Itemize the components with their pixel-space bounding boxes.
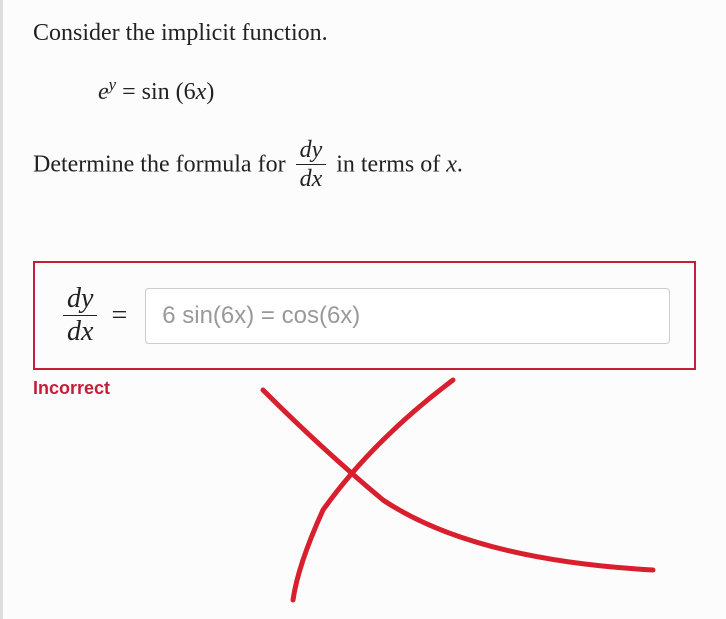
equation-equals: = bbox=[116, 79, 142, 105]
prompt2-part-b: in terms of bbox=[336, 152, 446, 178]
equation-rhs-func: sin (6 bbox=[142, 79, 196, 105]
answer-input[interactable] bbox=[145, 288, 670, 344]
implicit-equation: ey = sin (6x) bbox=[98, 75, 696, 106]
prompt2-part-a: Determine the formula for bbox=[33, 152, 292, 178]
answer-dy-dx: dy dx bbox=[63, 285, 97, 346]
answer-container: dy dx = bbox=[33, 261, 696, 370]
prompt2-part-c: . bbox=[457, 152, 463, 178]
frac-numerator: dy bbox=[296, 138, 327, 165]
prompt2-x: x bbox=[446, 152, 457, 178]
prompt-line-2: Determine the formula for dy dx in terms… bbox=[33, 138, 696, 191]
feedback-label: Incorrect bbox=[33, 378, 696, 399]
answer-label: dy dx = bbox=[59, 285, 127, 346]
equation-rhs-close: ) bbox=[206, 79, 214, 105]
dy-dx-fraction: dy dx bbox=[296, 138, 327, 191]
equation-lhs-exp: y bbox=[109, 75, 116, 94]
prompt-line-1: Consider the implicit function. bbox=[33, 20, 696, 47]
answer-frac-num: dy bbox=[63, 285, 97, 316]
answer-frac-den: dx bbox=[63, 316, 97, 346]
equation-lhs-base: e bbox=[98, 79, 109, 105]
equation-rhs-x: x bbox=[196, 79, 207, 105]
answer-equals: = bbox=[111, 300, 127, 332]
frac-denominator: dx bbox=[296, 165, 327, 191]
